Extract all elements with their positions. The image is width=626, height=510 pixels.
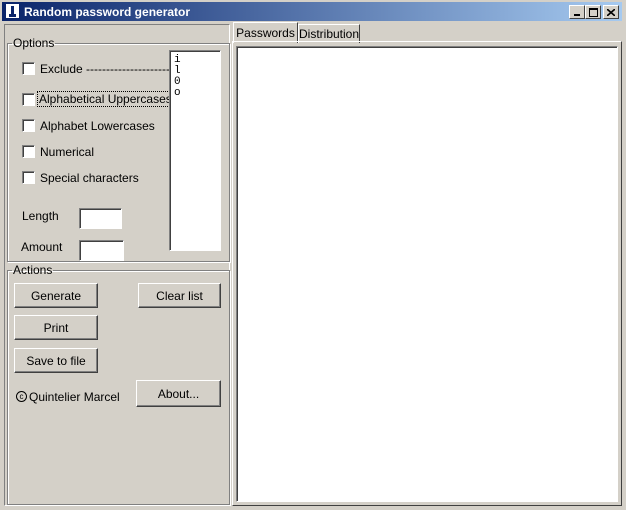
amount-label: Amount [21,240,63,254]
options-legend: Options [13,36,55,50]
maximize-button[interactable] [585,5,601,19]
numerical-checkbox[interactable] [22,145,35,158]
clear-list-button[interactable]: Clear list [138,283,221,308]
actions-legend: Actions [13,263,53,277]
passwords-output[interactable] [236,46,618,502]
app-icon [5,3,20,19]
lowercase-checkbox[interactable] [22,119,35,132]
exclude-checkbox[interactable] [22,62,35,75]
exclude-label[interactable]: Exclude -----------------------> [40,62,185,76]
window-title: Random password generator [24,5,191,19]
length-label: Length [22,209,59,223]
generate-button[interactable]: Generate [14,283,98,308]
amount-input[interactable] [79,240,124,261]
list-item[interactable]: 0 [174,77,220,88]
print-button[interactable]: Print [14,315,98,340]
length-input[interactable] [79,208,122,229]
lowercase-label[interactable]: Alphabet Lowercases [40,119,155,133]
list-item[interactable]: l [174,66,220,77]
uppercase-checkbox[interactable] [22,93,35,106]
minimize-button[interactable] [569,5,585,19]
title-bar[interactable]: Random password generator [2,2,622,21]
copyright-label: Quintelier Marcel [29,390,120,404]
app-window: Random password generator Options Exclud… [0,0,626,510]
special-characters-label[interactable]: Special characters [40,171,139,185]
about-button[interactable]: About... [136,380,221,407]
numerical-label[interactable]: Numerical [40,145,94,159]
list-item[interactable]: i [174,55,220,66]
maximize-icon [588,7,598,17]
uppercase-label[interactable]: Alphabetical Uppercases [37,91,174,107]
exclude-listbox[interactable]: i l 0 o [169,50,221,251]
copyright-icon: c [16,391,27,402]
close-icon [607,8,615,16]
save-to-file-button[interactable]: Save to file [14,348,98,373]
list-item[interactable]: o [174,88,220,99]
special-characters-checkbox[interactable] [22,171,35,184]
minimize-icon [574,14,580,16]
tab-passwords[interactable]: Passwords [233,22,298,43]
close-button[interactable] [603,5,619,19]
